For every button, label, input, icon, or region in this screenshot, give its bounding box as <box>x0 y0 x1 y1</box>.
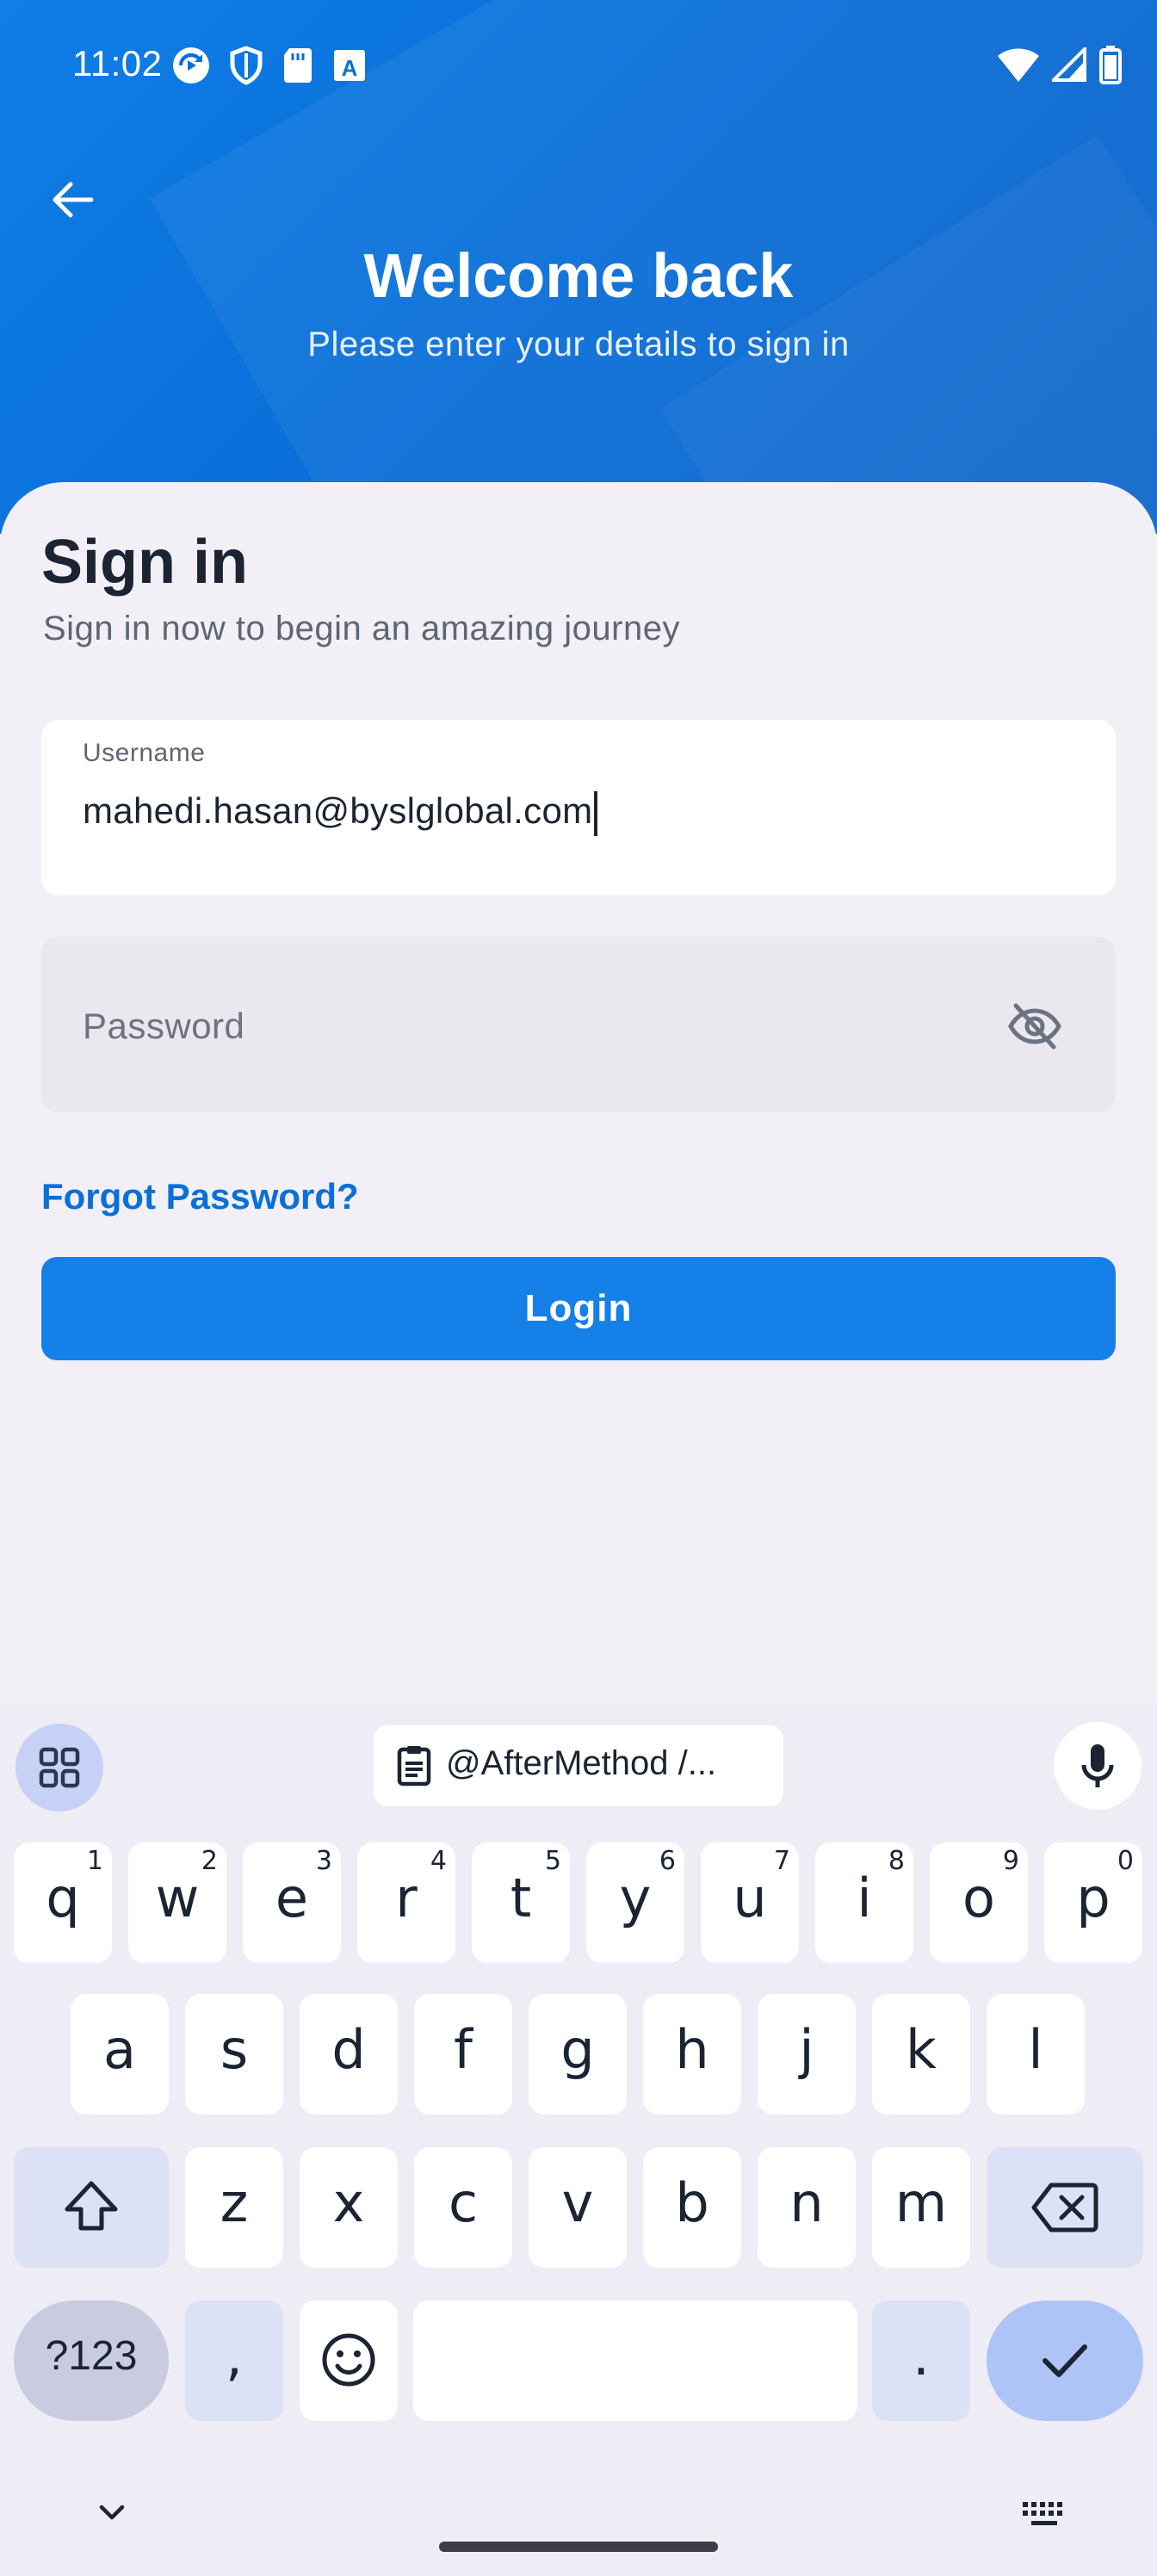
clipboard-text: @AfterMethod /... <box>446 1744 717 1782</box>
symbols-key[interactable]: ?123 <box>14 2300 169 2421</box>
welcome-subtitle: Please enter your details to sign in <box>307 325 850 363</box>
key-s[interactable]: s <box>185 1994 283 2115</box>
text-cursor <box>594 790 598 836</box>
key-v[interactable]: v <box>529 2147 627 2268</box>
shield-icon <box>227 45 265 90</box>
status-time: 11:02 <box>72 43 163 84</box>
emoji-icon <box>322 2333 375 2387</box>
key-hint: 4 <box>430 1846 447 1876</box>
key-j[interactable]: j <box>758 1994 856 2115</box>
key-t[interactable]: t5 <box>472 1842 570 1963</box>
sd-card-icon <box>281 45 315 90</box>
key-b[interactable]: b <box>643 2147 741 2268</box>
keyboard-apps-button[interactable] <box>15 1724 103 1811</box>
key-y[interactable]: y6 <box>586 1842 684 1963</box>
username-field[interactable]: Username mahedi.hasan@byslglobal.com <box>41 720 1116 895</box>
back-button[interactable] <box>45 172 100 227</box>
key-w[interactable]: w2 <box>128 1842 226 1963</box>
key-c[interactable]: c <box>414 2147 512 2268</box>
keyboard-icon <box>1023 2502 1062 2525</box>
enter-key[interactable] <box>987 2300 1143 2421</box>
microphone-icon <box>1081 1744 1114 1787</box>
key-label: i <box>857 1867 872 1929</box>
key-a[interactable]: a <box>71 1994 169 2115</box>
username-input[interactable]: mahedi.hasan@byslglobal.com <box>83 790 598 836</box>
key-l[interactable]: l <box>987 1994 1085 2115</box>
sync-icon <box>170 45 212 90</box>
signin-subtitle: Sign in now to begin an amazing journey <box>43 610 680 647</box>
key-label: e <box>275 1867 309 1929</box>
chevron-down-icon <box>99 2505 125 2520</box>
wifi-icon <box>997 46 1040 88</box>
key-hint: 9 <box>1002 1846 1019 1876</box>
keyboard-toolbar: @AfterMethod /... <box>0 1705 1157 1817</box>
backspace-key[interactable] <box>987 2147 1143 2268</box>
battery-icon <box>1098 45 1123 89</box>
font-icon: A <box>331 45 368 90</box>
key-e[interactable]: e3 <box>243 1842 341 1963</box>
key-label: q <box>46 1867 80 1929</box>
welcome-title: Welcome back <box>363 242 794 311</box>
password-input[interactable]: Password <box>83 1006 244 1047</box>
key-label: r <box>395 1867 418 1929</box>
key-hint: 0 <box>1117 1846 1134 1876</box>
checkmark-icon <box>1043 2344 1087 2377</box>
key-label: p <box>1076 1867 1111 1929</box>
key-h[interactable]: h <box>643 1994 741 2115</box>
key-label: w <box>155 1867 200 1929</box>
shift-key[interactable] <box>14 2147 169 2268</box>
key-k[interactable]: k <box>872 1994 970 2115</box>
key-g[interactable]: g <box>529 1994 627 2115</box>
key-m[interactable]: m <box>872 2147 970 2268</box>
status-bar: 11:02 A <box>0 0 1157 129</box>
emoji-key[interactable] <box>300 2300 398 2421</box>
forgot-password-link[interactable]: Forgot Password? <box>41 1176 359 1217</box>
key-hint: 3 <box>315 1846 332 1876</box>
gesture-bar[interactable] <box>439 2542 718 2552</box>
key-hint: 6 <box>659 1846 676 1876</box>
key-label: u <box>733 1867 767 1929</box>
signin-title: Sign in <box>41 528 248 597</box>
username-value: mahedi.hasan@byslglobal.com <box>83 790 593 831</box>
keyboard: @AfterMethod /... <box>0 1705 1157 2576</box>
key-r[interactable]: r4 <box>357 1842 455 1963</box>
username-label: Username <box>83 739 206 767</box>
key-u[interactable]: u7 <box>701 1842 799 1963</box>
key-n[interactable]: n <box>758 2147 856 2268</box>
grid-icon <box>39 1747 80 1788</box>
svg-text:A: A <box>342 55 358 81</box>
switch-keyboard-button[interactable] <box>1021 2500 1069 2530</box>
key-label: y <box>619 1867 652 1929</box>
period-key[interactable]: . <box>872 2300 970 2421</box>
space-key[interactable] <box>413 2300 857 2421</box>
key-hint: 7 <box>773 1846 790 1876</box>
voice-input-button[interactable] <box>1054 1722 1142 1810</box>
arrow-left-icon <box>53 182 94 218</box>
key-p[interactable]: p0 <box>1044 1842 1142 1963</box>
key-hint: 2 <box>201 1846 218 1876</box>
clipboard-icon <box>397 1746 431 1786</box>
password-field[interactable]: Password <box>41 937 1116 1112</box>
key-q[interactable]: q1 <box>14 1842 112 1963</box>
key-d[interactable]: d <box>300 1994 398 2115</box>
shift-icon <box>65 2181 118 2231</box>
key-x[interactable]: x <box>300 2147 398 2268</box>
clipboard-suggestion[interactable]: @AfterMethod /... <box>374 1725 783 1806</box>
hide-keyboard-button[interactable] <box>95 2495 129 2530</box>
comma-key[interactable]: , <box>185 2300 283 2421</box>
key-label: t <box>510 1867 532 1929</box>
key-o[interactable]: o9 <box>930 1842 1028 1963</box>
signal-icon <box>1049 45 1086 86</box>
key-z[interactable]: z <box>185 2147 283 2268</box>
key-hint: 5 <box>544 1846 561 1876</box>
key-f[interactable]: f <box>414 1994 512 2115</box>
login-button[interactable]: Login <box>41 1257 1116 1360</box>
backspace-icon <box>1031 2183 1098 2232</box>
key-hint: 8 <box>888 1846 905 1876</box>
toggle-visibility-button[interactable] <box>1005 997 1064 1056</box>
key-hint: 1 <box>86 1846 103 1876</box>
eye-off-icon <box>1008 1003 1061 1050</box>
key-i[interactable]: i8 <box>815 1842 913 1963</box>
key-label: o <box>962 1867 995 1929</box>
